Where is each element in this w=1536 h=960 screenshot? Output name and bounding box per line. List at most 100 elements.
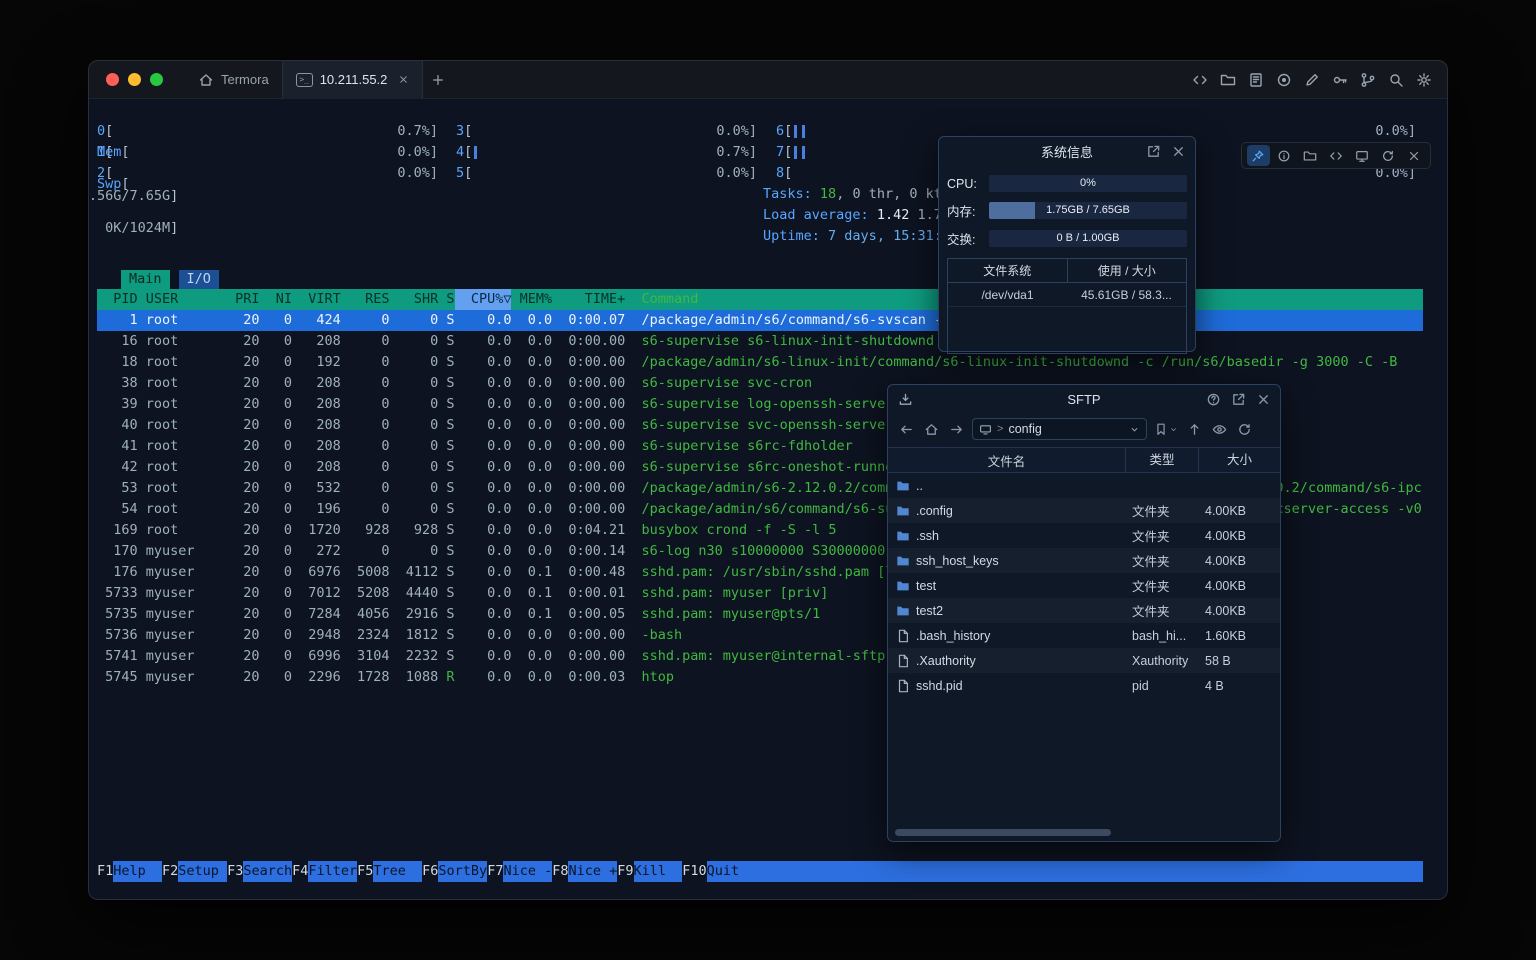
column-pid[interactable]: PID (97, 289, 138, 310)
bookmarks-button[interactable] (1154, 422, 1178, 436)
file-row[interactable]: .config文件夹4.00KB (888, 498, 1280, 523)
cell-pid: 54 (97, 499, 138, 520)
cell-mem: 0.1 (511, 583, 552, 604)
close-window-button[interactable] (106, 73, 119, 86)
cell-mem: 0.0 (511, 310, 552, 331)
column-mem[interactable]: MEM% (511, 289, 552, 310)
scrollbar-thumb[interactable] (895, 829, 1111, 836)
close-panel-button[interactable] (1256, 392, 1271, 407)
file-row[interactable]: .bash_historybash_hi...1.60KB (888, 623, 1280, 648)
column-ni[interactable]: NI (260, 289, 293, 310)
column-res[interactable]: RES (341, 289, 390, 310)
record-button[interactable] (1275, 71, 1292, 88)
fkey-action-help[interactable]: Help (113, 861, 162, 882)
window-toolbar (1191, 71, 1447, 88)
chevron-down-icon[interactable] (1129, 424, 1140, 435)
cell-time: 0:00.00 (552, 373, 625, 394)
fkey-action-tree[interactable]: Tree (373, 861, 422, 882)
refresh-button[interactable] (1377, 145, 1400, 166)
system-info-titlebar[interactable]: 系统信息 (939, 137, 1195, 166)
key-button[interactable] (1331, 71, 1348, 88)
cell-user: root (138, 352, 219, 373)
column-state[interactable]: S (438, 289, 454, 310)
file-row[interactable]: test文件夹4.00KB (888, 573, 1280, 598)
show-hidden-files-button[interactable] (1210, 420, 1228, 438)
process-row[interactable]: 16root20020800S0.00.00:00.00s6-supervise… (97, 331, 1423, 352)
fkey-action-filter[interactable]: Filter (308, 861, 357, 882)
journal-button[interactable] (1247, 71, 1264, 88)
minimize-window-button[interactable] (128, 73, 141, 86)
column-filesize[interactable]: 大小 (1198, 447, 1280, 473)
close-button[interactable] (1403, 145, 1426, 166)
tab-termora[interactable]: Termora (185, 61, 282, 99)
file-row[interactable]: .XauthorityXauthority58 B (888, 648, 1280, 673)
forward-button[interactable] (947, 420, 965, 438)
branch-button[interactable] (1359, 71, 1376, 88)
home-button[interactable] (922, 420, 940, 438)
column-cpu-sort[interactable]: CPU%▽ (455, 289, 512, 310)
settings-button[interactable] (1415, 71, 1432, 88)
cell-user: myuser (138, 604, 219, 625)
folder-button[interactable] (1219, 71, 1236, 88)
process-row[interactable]: 1root20042400S0.00.00:00.07/package/admi… (97, 310, 1423, 331)
cell-shr: 0 (390, 352, 439, 373)
column-pri[interactable]: PRI (219, 289, 260, 310)
cell-res: 0 (341, 499, 390, 520)
column-shr[interactable]: SHR (390, 289, 439, 310)
column-user[interactable]: USER (138, 289, 219, 310)
refresh-button[interactable] (1235, 420, 1253, 438)
column-time[interactable]: TIME+ (552, 289, 625, 310)
cell-shr: 0 (390, 373, 439, 394)
search-button[interactable] (1387, 71, 1404, 88)
htop-tab-io[interactable]: I/O (179, 270, 219, 289)
edit-button[interactable] (1303, 71, 1320, 88)
code-button[interactable] (1325, 145, 1348, 166)
fkey-action-setup[interactable]: Setup (178, 861, 227, 882)
code-button[interactable] (1191, 71, 1208, 88)
folder-button[interactable] (1299, 145, 1322, 166)
close-panel-button[interactable] (1171, 144, 1186, 159)
file-row[interactable]: .ssh文件夹4.00KB (888, 523, 1280, 548)
file-row[interactable]: ssh_host_keys文件夹4.00KB (888, 548, 1280, 573)
fkey-action-sortby[interactable]: SortBy (438, 861, 487, 882)
horizontal-scrollbar[interactable] (892, 829, 1276, 836)
pin-button[interactable] (1247, 145, 1270, 166)
info-button[interactable] (1273, 145, 1296, 166)
chevron-down-icon (1169, 425, 1178, 434)
file-row[interactable]: .. (888, 473, 1280, 498)
cell-s: S (438, 499, 454, 520)
tab-close-button[interactable] (398, 74, 409, 85)
open-in-window-button[interactable] (1231, 392, 1246, 407)
upload-button[interactable] (1185, 420, 1203, 438)
fkey-action-kill[interactable]: Kill (634, 861, 683, 882)
fkey-action-search[interactable]: Search (243, 861, 292, 882)
fkey-action-nice+[interactable]: Nice + (568, 861, 617, 882)
cell-s: R (438, 667, 454, 688)
file-type: 文件夹 (1125, 526, 1198, 545)
column-filetype[interactable]: 类型 (1125, 447, 1198, 473)
zoom-window-button[interactable] (150, 73, 163, 86)
back-button[interactable] (897, 420, 915, 438)
path-breadcrumb[interactable]: > config (972, 418, 1147, 440)
cell-s: S (438, 478, 454, 499)
fkey-action-quit[interactable]: Quit (707, 861, 756, 882)
sftp-titlebar[interactable]: SFTP (888, 385, 1280, 414)
cell-shr: 0 (390, 478, 439, 499)
cell-time: 0:00.03 (552, 667, 625, 688)
cell-time: 0:00.00 (552, 394, 625, 415)
file-row[interactable]: test2文件夹4.00KB (888, 598, 1280, 623)
process-table-header[interactable]: PID USER PRI NI VIRT RES SHR S CPU%▽ MEM… (97, 289, 1423, 310)
tab-host-label: 10.211.55.2 (320, 72, 388, 87)
column-virt[interactable]: VIRT (292, 289, 341, 310)
process-row[interactable]: 18root20019200S0.00.00:00.00/package/adm… (97, 352, 1423, 373)
help-button[interactable] (1206, 392, 1221, 407)
file-row[interactable]: sshd.pidpid4 B (888, 673, 1280, 698)
tab-ssh-host[interactable]: >_ 10.211.55.2 (282, 61, 424, 99)
fkey-action-nice-[interactable]: Nice - (503, 861, 552, 882)
file-table-header[interactable]: 文件名 类型 大小 (888, 447, 1280, 473)
display-button[interactable] (1351, 145, 1374, 166)
column-filename[interactable]: 文件名 (888, 451, 1125, 470)
open-in-window-button[interactable] (1146, 144, 1161, 159)
function-key-bar: F1HelpF2SetupF3SearchF4FilterF5TreeF6Sor… (97, 861, 1423, 882)
new-tab-button[interactable] (423, 61, 453, 99)
